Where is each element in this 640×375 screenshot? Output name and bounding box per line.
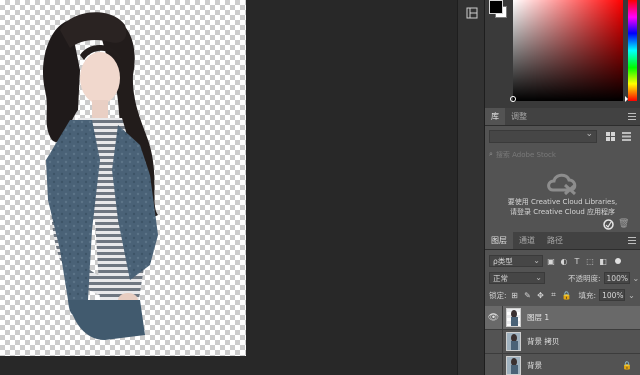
layers-tabbar: 图层 通道 路径 [485, 232, 640, 250]
tab-paths[interactable]: 路径 [541, 232, 569, 249]
foreground-color-swatch[interactable] [489, 0, 503, 14]
smart-object-filter-icon[interactable]: ◧ [598, 256, 608, 266]
type-filter-icon[interactable]: T [572, 256, 582, 266]
layers-menu-icon[interactable] [628, 237, 636, 244]
adjustment-filter-icon[interactable]: ◐ [559, 256, 569, 266]
lock-all-icon[interactable]: 🔒 [562, 290, 572, 300]
libraries-message-line1: 要使用 Creative Cloud Libraries, [507, 198, 618, 206]
layer-lock-icon: 🔒 [622, 361, 632, 370]
opacity-input[interactable]: 100% [603, 272, 630, 284]
filter-toggle-icon[interactable] [615, 258, 621, 264]
lock-label: 锁定: [489, 290, 507, 300]
saturation-value-field[interactable] [510, 0, 623, 102]
hue-slider-handle[interactable] [625, 96, 628, 102]
color-picker-handle[interactable] [510, 96, 516, 102]
layer-thumbnail [506, 308, 521, 327]
search-placeholder: 搜索 Adobe Stock [495, 150, 556, 159]
libraries-message-line2: 请登录 Creative Cloud 应用程序 [509, 208, 616, 216]
right-panel-dock: 库 调整 ⌕ 搜索 Adobe Stock 要使用 Creative Cloud… [485, 0, 640, 375]
layer-name[interactable]: 背景 [527, 360, 542, 371]
tab-channels[interactable]: 通道 [513, 232, 541, 249]
layer-name[interactable]: 图层 1 [527, 312, 549, 323]
layer-thumbnail [506, 332, 521, 351]
layer-row[interactable]: 👁 图层 1 [485, 305, 640, 330]
opacity-dropdown-icon[interactable]: ⌄ [633, 274, 640, 283]
lock-artboard-icon[interactable]: ⌗ [549, 290, 559, 300]
tab-layers[interactable]: 图层 [485, 232, 513, 249]
sync-cloud-icon[interactable] [603, 219, 614, 230]
shape-filter-icon[interactable]: ⬚ [585, 256, 595, 266]
layer-name[interactable]: 背景 拷贝 [527, 336, 559, 347]
trash-icon[interactable]: 🗑 [618, 219, 629, 230]
lock-row: 锁定: ⊞ ✎ ✥ ⌗ 🔒 填充: 100% ⌄ [485, 288, 640, 302]
lock-position-icon[interactable]: ✥ [536, 290, 546, 300]
blend-mode-select[interactable]: 正常 ⌄ [489, 272, 545, 284]
opacity-label: 不透明度: [568, 273, 601, 283]
grid-view-icon[interactable] [604, 130, 616, 143]
search-icon: ⌕ [489, 150, 493, 158]
fill-label: 填充: [578, 290, 597, 300]
lock-image-icon[interactable]: ✎ [523, 290, 533, 300]
hue-slider[interactable] [625, 0, 637, 102]
cutout-photo [42, 12, 158, 340]
layer-filter-row: ρ类型 ⌄ ▣ ◐ T ⬚ ◧ [485, 254, 640, 268]
lock-transparent-icon[interactable]: ⊞ [510, 290, 520, 300]
fill-input[interactable]: 100% [599, 289, 626, 301]
canvas-area[interactable] [0, 0, 457, 375]
layer-row[interactable]: 背景 拷贝 [485, 329, 640, 354]
layer-filter-type-select[interactable]: ρ类型 ⌄ [489, 255, 543, 267]
fill-dropdown-icon[interactable]: ⌄ [628, 291, 635, 300]
color-panel [485, 0, 640, 108]
blend-row: 正常 ⌄ 不透明度: 100% ⌄ [485, 271, 640, 285]
panel-menu-icon[interactable] [628, 113, 636, 120]
visibility-eye-icon[interactable]: 👁 [485, 305, 503, 330]
pixel-filter-icon[interactable]: ▣ [546, 256, 556, 266]
layer-thumbnail [506, 356, 521, 375]
library-select[interactable] [489, 129, 597, 143]
libraries-panel: 库 调整 ⌕ 搜索 Adobe Stock 要使用 Creative Cloud… [485, 108, 640, 232]
document-canvas[interactable] [0, 0, 246, 356]
tab-libraries[interactable]: 库 [485, 108, 505, 125]
collapsed-panel-strip [457, 0, 485, 375]
stock-search-input[interactable]: ⌕ 搜索 Adobe Stock [489, 148, 636, 161]
libraries-tabbar: 库 调整 [485, 108, 640, 126]
visibility-toggle[interactable] [485, 353, 503, 375]
layers-panel: 图层 通道 路径 ρ类型⌄ ▣ ◐ T ⬚ ◧ 正常⌄ 不透明度: 100% [485, 232, 640, 375]
list-view-icon[interactable] [620, 130, 632, 143]
creative-cloud-icon [543, 168, 581, 198]
libraries-icon[interactable] [465, 6, 479, 20]
layer-row[interactable]: 背景 🔒 [485, 353, 640, 375]
tab-adjustments[interactable]: 调整 [505, 108, 533, 125]
visibility-toggle[interactable] [485, 329, 503, 354]
